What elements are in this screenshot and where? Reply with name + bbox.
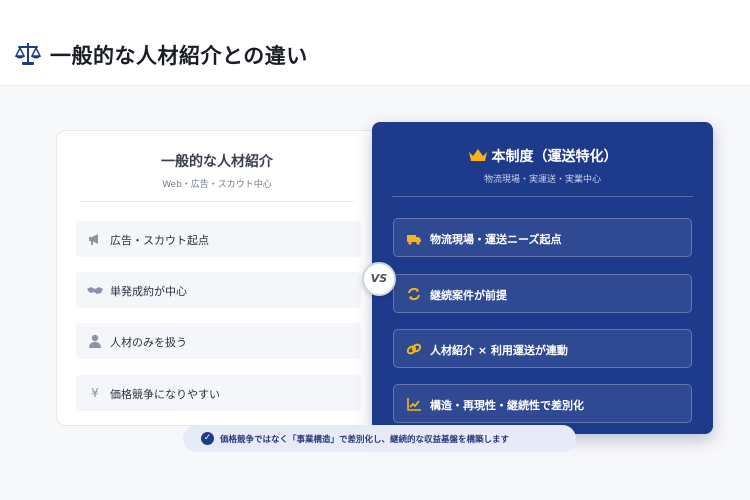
general-item-label: 単発成約が中心: [110, 285, 187, 298]
scale-icon: [14, 43, 42, 65]
person-icon: [89, 334, 101, 348]
truck-icon: [407, 235, 421, 245]
program-card-title: 本制度（運送特化）: [491, 149, 618, 165]
general-card-title: 一般的な人材紹介: [161, 154, 273, 170]
program-item-differentiation: 構造・再現性・継続性で差別化: [393, 384, 692, 423]
general-item-label: 価格競争になりやすい: [110, 388, 220, 401]
general-item-ads: 広告・スカウト起点: [76, 221, 361, 257]
chart-line-icon: [407, 398, 421, 411]
summary-text: 価格競争ではなく「事業構造」で差別化し、継続的な収益基盤を構築します: [220, 435, 510, 445]
general-item-people: 人材のみを扱う: [76, 323, 361, 359]
program-item-label: 人材紹介 × 利用運送が連動: [430, 344, 568, 357]
sync-icon: [408, 287, 420, 301]
program-item-label: 物流現場・運送ニーズ起点: [430, 233, 562, 246]
summary-banner: ✓ 価格競争ではなく「事業構造」で差別化し、継続的な収益基盤を構築します: [183, 425, 576, 452]
check-circle-icon: ✓: [201, 432, 214, 445]
yen-icon: ¥: [91, 386, 99, 400]
program-item-logistics: 物流現場・運送ニーズ起点: [393, 218, 692, 257]
link-icon: [406, 343, 422, 355]
handshake-icon: [87, 287, 103, 294]
general-card-subtitle: Web・広告・スカウト中心: [162, 180, 272, 190]
program-item-label: 構造・再現性・継続性で差別化: [430, 399, 584, 412]
program-item-label: 継続案件が前提: [430, 289, 507, 302]
general-item-single: 単発成約が中心: [76, 272, 361, 308]
crown-icon: [468, 149, 487, 161]
general-item-label: 広告・スカウト起点: [110, 234, 209, 247]
page-title: 一般的な人材紹介との違い: [50, 44, 308, 68]
megaphone-icon: [89, 234, 98, 245]
general-card-divider: [79, 201, 355, 202]
page-header: 一般的な人材紹介との違い: [0, 0, 750, 86]
program-item-continuous: 継続案件が前提: [393, 274, 692, 313]
program-card-divider: [392, 196, 693, 197]
program-item-linked: 人材紹介 × 利用運送が連動: [393, 329, 692, 368]
general-item-label: 人材のみを扱う: [110, 336, 187, 349]
program-card-title-row: 本制度（運送特化）: [372, 146, 713, 166]
vs-badge: VS: [362, 262, 396, 296]
program-card-subtitle: 物流現場・実運送・実業中心: [483, 175, 601, 185]
general-item-price: ¥ 価格競争になりやすい: [76, 375, 361, 411]
